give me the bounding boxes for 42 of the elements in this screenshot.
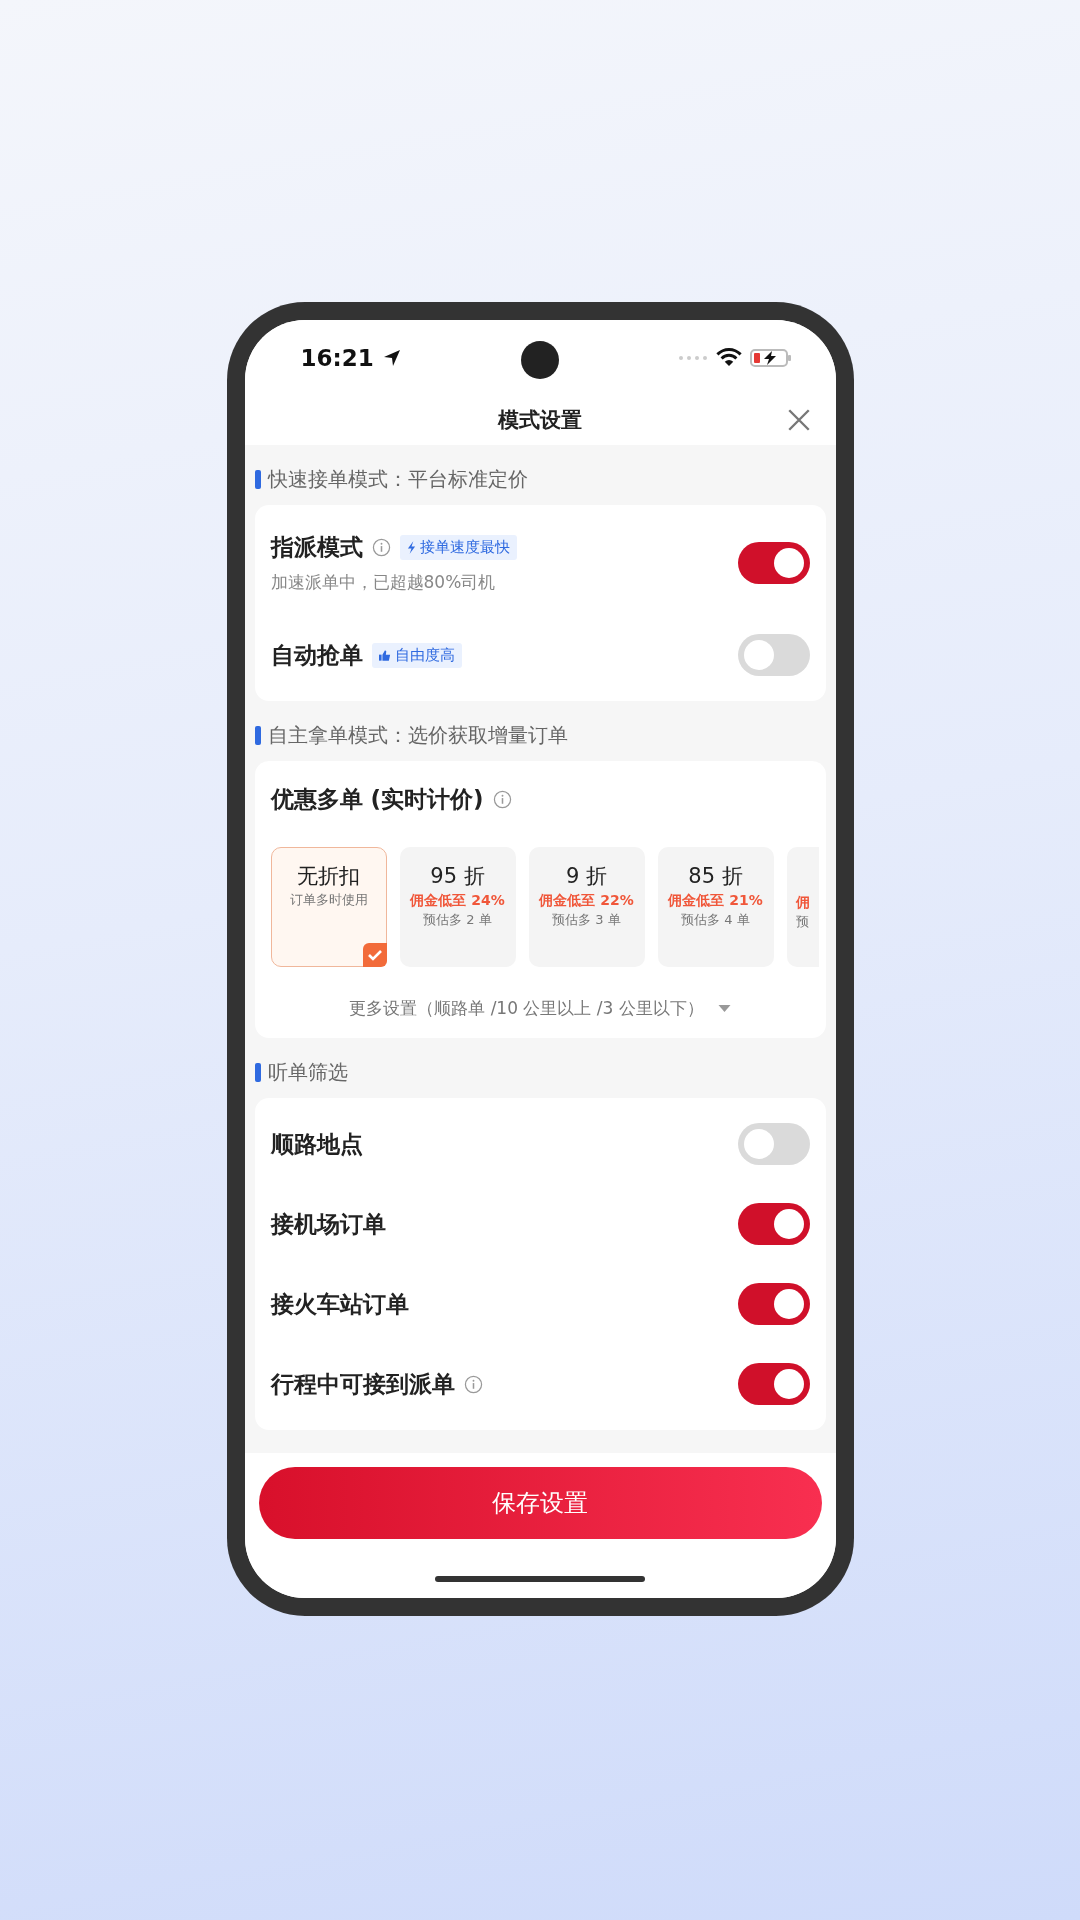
thumbs-up-icon: [378, 649, 391, 661]
toggle-switch[interactable]: [737, 1123, 810, 1165]
info-icon[interactable]: [371, 538, 391, 557]
discount-option[interactable]: 佣 预: [786, 847, 819, 967]
setting-label: 自动抢单: [270, 640, 363, 670]
info-icon[interactable]: [492, 789, 512, 809]
toggle-switch[interactable]: [737, 1283, 810, 1325]
feature-tag: 接单速度最快: [399, 535, 517, 560]
section-marker: [254, 725, 261, 745]
info-icon[interactable]: [463, 1374, 483, 1394]
discount-option[interactable]: 无折扣 订单多时使用: [270, 847, 387, 967]
feature-tag: 自由度高: [371, 642, 462, 668]
caret-down-icon: [717, 1004, 731, 1013]
toggle-switch[interactable]: [737, 542, 810, 584]
setting-label: 接机场订单: [270, 1209, 386, 1239]
setting-label: 行程中可接到派单: [270, 1369, 455, 1399]
section-marker: [254, 1062, 261, 1082]
setting-label: 接火车站订单: [270, 1289, 409, 1319]
save-button[interactable]: 保存设置: [258, 1467, 822, 1539]
screen-title: 模式设置: [498, 407, 582, 434]
battery-charging-icon: [749, 347, 792, 368]
more-settings-link[interactable]: 更多设置（顺路单 /10 公里以上 /3 公里以下）: [270, 997, 826, 1020]
lightning-icon: [406, 541, 416, 554]
discount-option[interactable]: 95 折 佣金低至 24% 预估多 2 单: [399, 847, 516, 967]
section-title: 听单筛选: [267, 1058, 348, 1086]
setting-label: 指派模式: [270, 533, 363, 562]
discount-option[interactable]: 9 折 佣金低至 22% 预估多 3 单: [528, 847, 645, 967]
section-title: 快速接单模式：平台标准定价: [267, 465, 528, 493]
check-badge-icon: [362, 943, 387, 967]
status-time: 16:21: [300, 344, 374, 371]
discount-option[interactable]: 85 折 佣金低至 21% 预估多 4 单: [657, 847, 774, 967]
toggle-switch[interactable]: [737, 1203, 810, 1245]
section-title: 自主拿单模式：选价获取增量订单: [267, 721, 568, 749]
setting-description: 加速派单中，已超越80%司机: [270, 571, 497, 594]
signal-dots-icon: [677, 354, 708, 361]
setting-label: 优惠多单 (实时计价): [270, 784, 484, 814]
toggle-switch[interactable]: [737, 634, 810, 676]
wifi-icon: [715, 348, 742, 367]
section-marker: [254, 469, 261, 489]
camera-hole: [521, 341, 559, 379]
toggle-switch[interactable]: [737, 1363, 810, 1405]
setting-label: 顺路地点: [270, 1129, 363, 1159]
